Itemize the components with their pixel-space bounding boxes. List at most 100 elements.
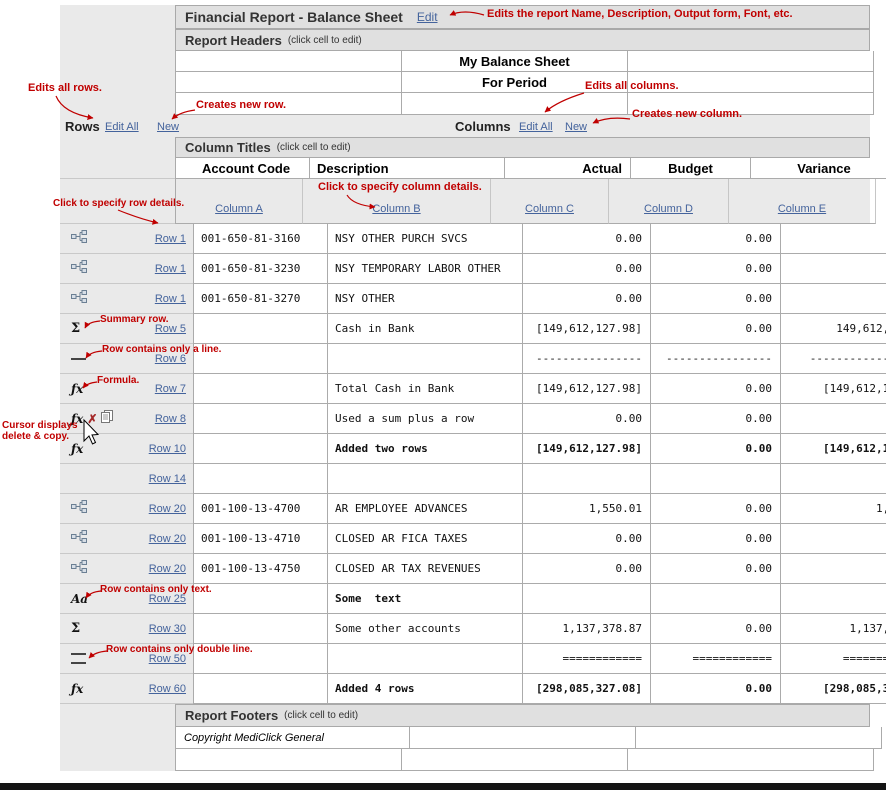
annotation-edits-all-columns: Edits all columns.	[585, 80, 679, 92]
header-cell[interactable]	[628, 51, 874, 72]
cell-actual: 1,550.01	[523, 494, 651, 524]
table-row: Σ Row 30 Some other accounts 1,137,378.8…	[60, 614, 870, 644]
row-head: ƒx Row 60	[60, 674, 193, 704]
cell-budget: 0.00	[651, 614, 781, 644]
footer-cell[interactable]	[636, 727, 882, 749]
annotation-row-details: Click to specify row details.	[53, 198, 184, 209]
cell-description: CLOSED AR FICA TAXES	[328, 524, 523, 554]
row-link[interactable]: Row 1	[155, 263, 186, 275]
row-link[interactable]: Row 20	[149, 533, 186, 545]
hierarchy-icon	[71, 290, 87, 308]
cell-account	[193, 614, 328, 644]
annotation-column-details: Click to specify column details.	[318, 181, 482, 193]
cell-budget: 0.00	[651, 494, 781, 524]
row-link[interactable]: Row 8	[155, 413, 186, 425]
cell-description	[328, 344, 523, 374]
cell-description: AR EMPLOYEE ADVANCES	[328, 494, 523, 524]
cell-account	[193, 374, 328, 404]
column-title-description[interactable]: Description	[310, 158, 505, 179]
column-title-budget[interactable]: Budget	[631, 158, 751, 179]
rows-edit-all-link[interactable]: Edit All	[105, 121, 139, 133]
row-link[interactable]: Row 10	[149, 443, 186, 455]
cell-actual: [149,612,127.98]	[523, 314, 651, 344]
row-link[interactable]: Row 1	[155, 233, 186, 245]
column-e-link[interactable]: Column E	[778, 203, 826, 215]
row-link[interactable]: Row 20	[149, 503, 186, 515]
footer-cell[interactable]	[402, 749, 628, 771]
table-row: ƒx Row 7 Total Cash in Bank [149,612,127…	[60, 374, 870, 404]
table-row: Row 20 001-100-13-4700 AR EMPLOYEE ADVAN…	[60, 494, 870, 524]
cell-budget: ============	[651, 644, 781, 674]
columns-edit-all-link[interactable]: Edit All	[519, 121, 553, 133]
cell-variance: 0.00	[781, 224, 886, 254]
column-c-link[interactable]: Column C	[525, 203, 574, 215]
page-title: Financial Report - Balance Sheet	[185, 9, 403, 25]
cell-variance: 0.00	[781, 404, 886, 434]
row-link[interactable]: Row 7	[155, 383, 186, 395]
column-a-link[interactable]: Column A	[215, 203, 263, 215]
row-head: Row 1	[60, 284, 193, 314]
cell-account	[193, 404, 328, 434]
hierarchy-icon	[71, 260, 87, 278]
report-editor-panel: Financial Report - Balance Sheet Edit Re…	[60, 5, 870, 771]
cell-variance: 1,550.01	[781, 494, 886, 524]
cell-actual: 0.00	[523, 524, 651, 554]
report-footers-label: Report Footers	[185, 708, 278, 723]
report-headers-hint: (click cell to edit)	[288, 35, 362, 46]
cell-description: Added two rows	[328, 434, 523, 464]
cell-description: Added 4 rows	[328, 674, 523, 704]
row-link[interactable]: Row 1	[155, 293, 186, 305]
cell-budget: 0.00	[651, 284, 781, 314]
summary-row-icon: Σ	[71, 322, 80, 335]
column-title-actual[interactable]: Actual	[505, 158, 631, 179]
row-link[interactable]: Row 60	[149, 683, 186, 695]
footer-cell[interactable]	[628, 749, 874, 771]
row-link[interactable]: Row 30	[149, 623, 186, 635]
row-link[interactable]: Row 14	[149, 473, 186, 485]
cell-budget	[651, 464, 781, 494]
cell-actual: [149,612,127.98]	[523, 434, 651, 464]
cell-variance: 0.00	[781, 524, 886, 554]
cell-actual: [298,085,327.08]	[523, 674, 651, 704]
column-title-account-code[interactable]: Account Code	[175, 158, 310, 179]
cell-variance: 0.00	[781, 554, 886, 584]
formula-icon: ƒx	[71, 443, 83, 455]
column-b-link[interactable]: Column B	[372, 203, 420, 215]
columns-new-link[interactable]: New	[565, 121, 587, 133]
rows-new-link[interactable]: New	[157, 121, 179, 133]
report-headers-label: Report Headers	[185, 33, 282, 48]
report-footers-hint: (click cell to edit)	[284, 710, 358, 721]
formula-icon: ƒx	[71, 683, 83, 695]
annotation-summary-row: Summary row.	[100, 314, 169, 325]
cell-actual: 0.00	[523, 554, 651, 584]
column-d-link[interactable]: Column D	[644, 203, 693, 215]
column-title-variance[interactable]: Variance	[751, 158, 886, 179]
line-row-icon	[71, 358, 86, 360]
rows-columns-toolbar: Rows Edit All New Columns Edit All New	[60, 115, 870, 137]
footer-cell[interactable]	[175, 749, 402, 771]
cell-budget: 0.00	[651, 554, 781, 584]
cell-budget: 0.00	[651, 674, 781, 704]
header-cell-title[interactable]: My Balance Sheet	[402, 51, 628, 72]
annotation-cursor: Cursor displays delete & copy.	[2, 420, 88, 442]
cell-variance: [149,612,127.98]	[781, 434, 886, 464]
row-head: Row 20	[60, 494, 193, 524]
table-row: Row 1 001-650-81-3160 NSY OTHER PURCH SV…	[60, 224, 870, 254]
footer-cell-copyright[interactable]: Copyright MediClick General	[175, 727, 410, 749]
header-cell[interactable]	[175, 72, 402, 93]
annotation-creates-new-row: Creates new row.	[196, 99, 286, 111]
edit-report-link[interactable]: Edit	[417, 10, 438, 24]
header-cell[interactable]	[175, 51, 402, 72]
cell-description	[328, 644, 523, 674]
cell-description: Cash in Bank	[328, 314, 523, 344]
header-cell[interactable]	[402, 93, 628, 115]
copy-row-icon[interactable]	[101, 410, 113, 428]
table-row: Row 14	[60, 464, 870, 494]
row-head: Row 1	[60, 254, 193, 284]
table-row: ƒx ✗ Row 8 Used a sum plus a row 0.00 0.…	[60, 404, 870, 434]
row-link[interactable]: Row 20	[149, 563, 186, 575]
cell-account: 001-100-13-4750	[193, 554, 328, 584]
page: Financial Report - Balance Sheet Edit Re…	[0, 0, 886, 790]
delete-row-icon[interactable]: ✗	[87, 413, 97, 425]
footer-cell[interactable]	[410, 727, 636, 749]
